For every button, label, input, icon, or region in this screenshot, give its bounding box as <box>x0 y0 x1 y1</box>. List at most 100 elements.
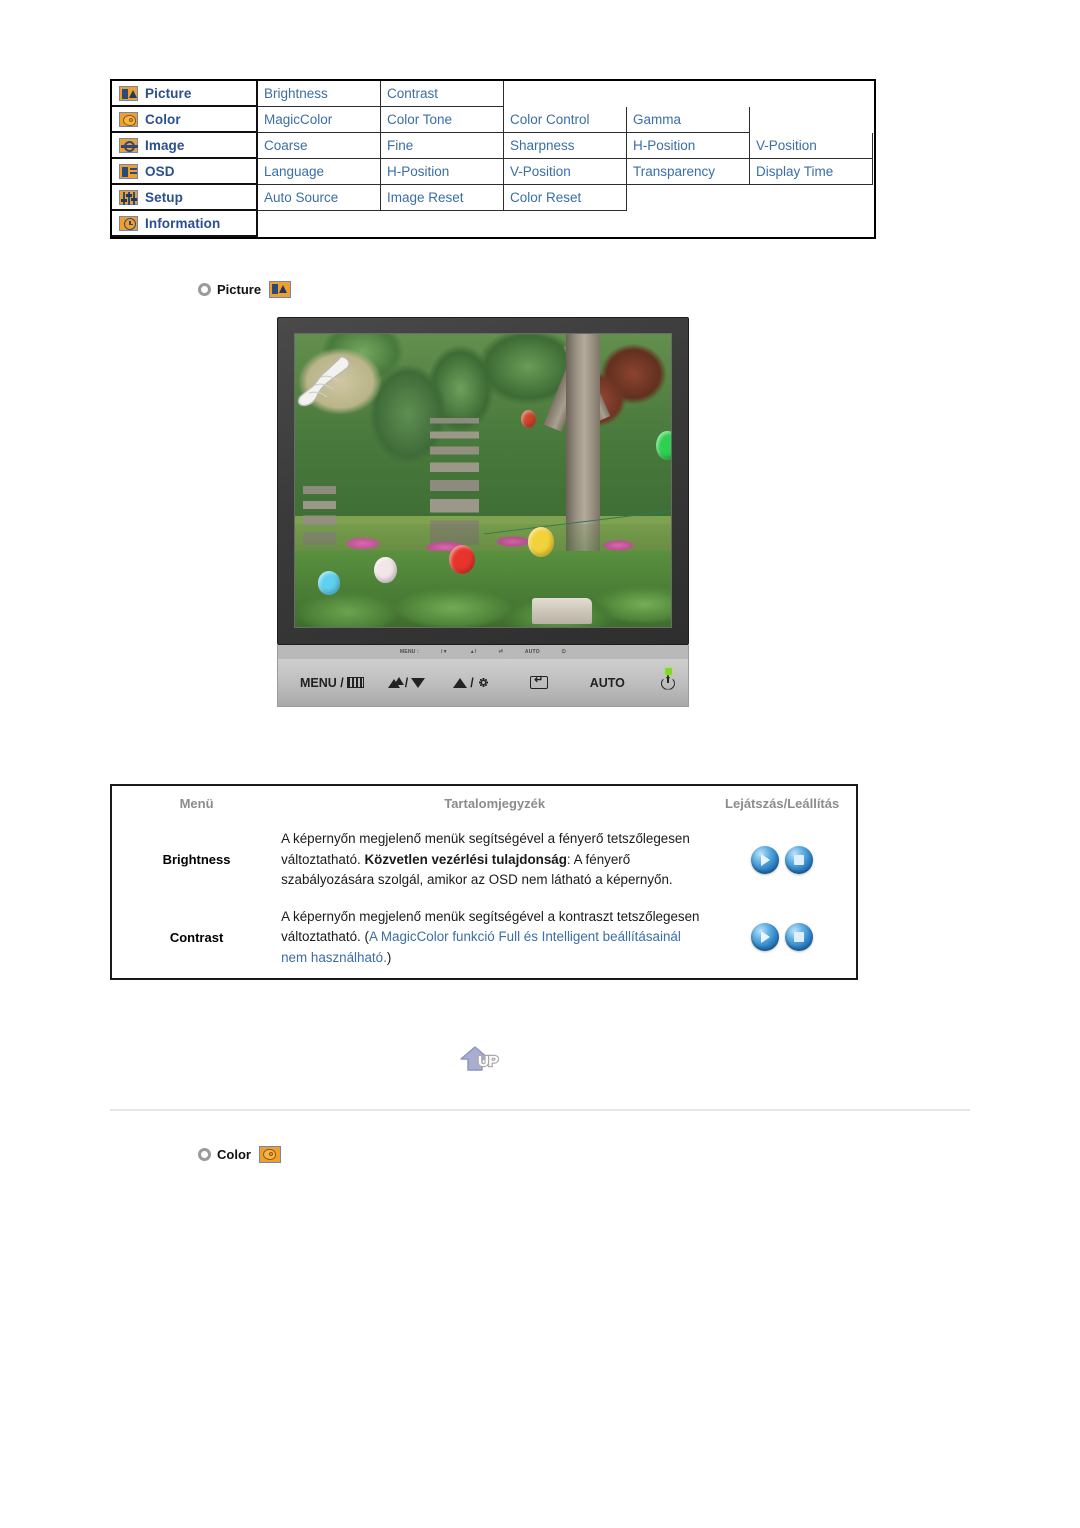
menu-map-row-setup: Setup Auto Source Image Reset Color Rese… <box>112 185 874 211</box>
menu-category-label: Picture <box>145 85 192 101</box>
section-title: Picture <box>217 282 262 297</box>
horizontal-divider <box>110 1109 970 1111</box>
row-menu-name-contrast: Contrast <box>169 929 224 945</box>
menu-item-color-reset[interactable]: Color Reset <box>504 185 627 211</box>
menu-item-fine[interactable]: Fine <box>381 133 504 159</box>
picture-icon <box>119 85 138 101</box>
green-lantern <box>655 430 671 460</box>
column-header-menu: Menü <box>179 796 214 811</box>
magicbright-down-button[interactable]: / <box>387 676 426 690</box>
yellow-lantern <box>528 527 555 557</box>
monitor-control-panel: MENU / / / AUTO <box>277 659 689 707</box>
column-header-contents: Tartalomjegyzék <box>444 796 546 811</box>
stop-button[interactable] <box>785 923 814 952</box>
auto-button[interactable]: AUTO <box>590 676 625 690</box>
menu-item-h-position[interactable]: H-Position <box>627 133 750 159</box>
slash: / <box>470 675 474 690</box>
menu-item-transparency[interactable]: Transparency <box>627 159 750 185</box>
section-heading-picture: Picture <box>198 281 292 298</box>
osd-icon <box>119 163 138 179</box>
menu-category-label: Color <box>145 111 181 127</box>
menu-item-language[interactable]: Language <box>258 159 381 185</box>
red-lantern <box>520 410 536 428</box>
menu-item-empty <box>627 185 874 211</box>
row-controls-brightness <box>708 823 856 901</box>
osd-hint-strip: MENU : /▼ ▲/ ⏎ AUTO ⏻ <box>277 645 689 659</box>
row-description-brightness: A képernyőn megjelenő menük segítségével… <box>281 823 708 901</box>
menu-category-image[interactable]: Image <box>112 133 258 159</box>
menu-item-h-position[interactable]: H-Position <box>381 159 504 185</box>
menu-item-v-position[interactable]: V-Position <box>504 159 627 185</box>
color-icon <box>119 111 138 127</box>
menu-item-coarse[interactable]: Coarse <box>258 133 381 159</box>
play-button[interactable] <box>751 845 780 874</box>
menu-item-auto-source[interactable]: Auto Source <box>258 185 381 211</box>
arrow-down-icon <box>411 677 426 688</box>
menu-item-image-reset[interactable]: Image Reset <box>381 185 504 211</box>
play-button[interactable] <box>751 923 780 952</box>
menu-map-row-image: Image Coarse Fine Sharpness H-Position V… <box>112 133 874 159</box>
menu-item-empty <box>258 211 874 237</box>
hint-auto: AUTO <box>524 649 540 655</box>
menu-category-color[interactable]: Color <box>112 107 258 133</box>
menu-category-osd[interactable]: OSD <box>112 159 258 185</box>
note-close-paren: ) <box>386 949 392 965</box>
menu-item-sharpness[interactable]: Sharpness <box>504 133 627 159</box>
menu-item-magiccolor[interactable]: MagicColor <box>258 107 381 133</box>
menu-item-contrast[interactable]: Contrast <box>381 81 504 107</box>
white-lantern <box>373 556 397 584</box>
desc-line: A képernyőn megjelenő menük segítségével… <box>281 908 556 924</box>
enter-button[interactable] <box>529 676 548 689</box>
green-bushes <box>295 550 671 627</box>
menu-item-gamma[interactable]: Gamma <box>627 107 750 133</box>
menu-item-v-position[interactable]: V-Position <box>750 133 873 159</box>
menu-map-row-osd: OSD Language H-Position V-Position Trans… <box>112 159 874 185</box>
menu-detail-table: Menü Tartalomjegyzék Lejátszás/Leállítás… <box>110 784 858 980</box>
row-description-contrast: A képernyőn megjelenő menük segítségével… <box>281 901 708 979</box>
up-button[interactable]: UP UP <box>460 1046 512 1076</box>
table-row: Contrast A képernyőn megjelenő menük seg… <box>112 901 856 979</box>
menu-map-row-picture: Picture Brightness Contrast <box>112 81 874 107</box>
menu-category-label: Setup <box>145 189 184 205</box>
setup-icon <box>119 189 138 205</box>
color-icon <box>258 1146 281 1163</box>
hint-menu: MENU : <box>400 649 420 655</box>
desc-line: A képernyőn megjelenő menük segítségével… <box>281 831 604 846</box>
osd-menu-map: Picture Brightness Contrast Color MagicC… <box>110 79 876 239</box>
brightness-icon <box>477 676 490 689</box>
column-header-playstop: Lejátszás/Leállítás <box>725 796 840 811</box>
blue-lantern <box>317 571 341 595</box>
menu-category-setup[interactable]: Setup <box>112 185 258 211</box>
menu-item-brightness[interactable]: Brightness <box>258 81 381 107</box>
power-icon <box>661 674 675 690</box>
information-icon <box>119 215 138 231</box>
arrow-up-icon <box>453 677 468 688</box>
menu-item-empty <box>504 81 874 107</box>
hint-power: ⏻ <box>561 649 566 655</box>
stop-button[interactable] <box>785 845 814 874</box>
menu-icon <box>346 677 364 688</box>
desc-emphasis: Közvetlen vezérlési tulajdonság <box>364 851 567 867</box>
up-brightness-button[interactable]: / <box>453 676 489 690</box>
hint-enter: ⏎ <box>498 649 503 655</box>
menu-item-color-control[interactable]: Color Control <box>504 107 627 133</box>
table-header-row: Menü Tartalomjegyzék Lejátszás/Leállítás <box>112 786 856 823</box>
menu-item-color-tone[interactable]: Color Tone <box>381 107 504 133</box>
row-menu-name-brightness: Brightness <box>162 852 231 868</box>
hint-magic: /▼ <box>441 649 448 655</box>
menu-category-label: Information <box>145 215 221 231</box>
table-row: Brightness A képernyőn megjelenő menük s… <box>112 823 856 901</box>
stone-block <box>531 597 593 625</box>
menu-category-picture[interactable]: Picture <box>112 81 258 107</box>
up-button-label: UP <box>478 1053 499 1070</box>
auto-button-label: AUTO <box>589 675 625 690</box>
desc-line: szabályozására szolgál, amikor az OSD ne… <box>281 872 603 887</box>
menu-category-information[interactable]: Information <box>112 211 258 237</box>
pointing-hand-illustration <box>297 356 350 407</box>
menu-button[interactable]: MENU / <box>300 676 364 690</box>
row-controls-contrast <box>708 901 856 979</box>
menu-button-label: MENU / <box>300 675 344 690</box>
menu-item-display-time[interactable]: Display Time <box>750 159 873 185</box>
desc-line: : A fényerő <box>566 851 631 867</box>
power-button[interactable] <box>661 674 675 690</box>
